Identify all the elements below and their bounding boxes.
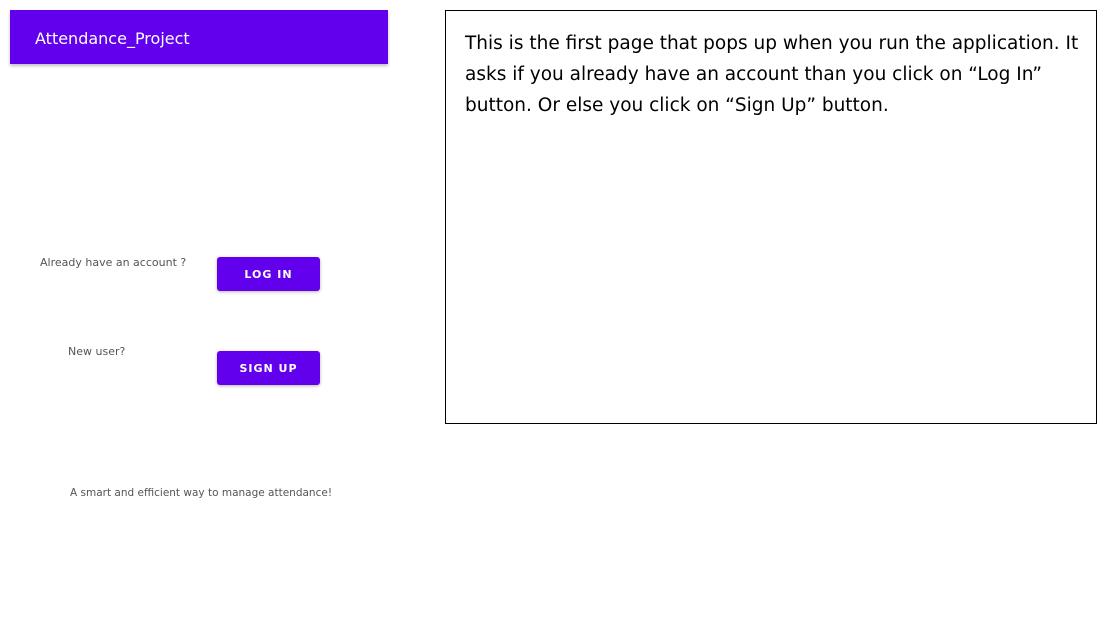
app-screen: Attendance_Project Already have an accou… xyxy=(10,10,388,625)
app-bar: Attendance_Project xyxy=(10,10,388,64)
signup-prompt-label: New user? xyxy=(68,345,126,358)
document-heading xyxy=(0,0,8,10)
tagline: A smart and efficient way to manage atte… xyxy=(70,487,333,499)
description-box: This is the first page that pops up when… xyxy=(445,10,1097,424)
login-prompt-label: Already have an account ? xyxy=(40,256,187,269)
app-title: Attendance_Project xyxy=(35,29,190,48)
signup-button[interactable]: SIGN UP xyxy=(217,351,320,385)
login-button[interactable]: LOG IN xyxy=(217,257,320,291)
document-heading-fragment xyxy=(0,0,8,10)
description-text: This is the first page that pops up when… xyxy=(465,33,1079,116)
